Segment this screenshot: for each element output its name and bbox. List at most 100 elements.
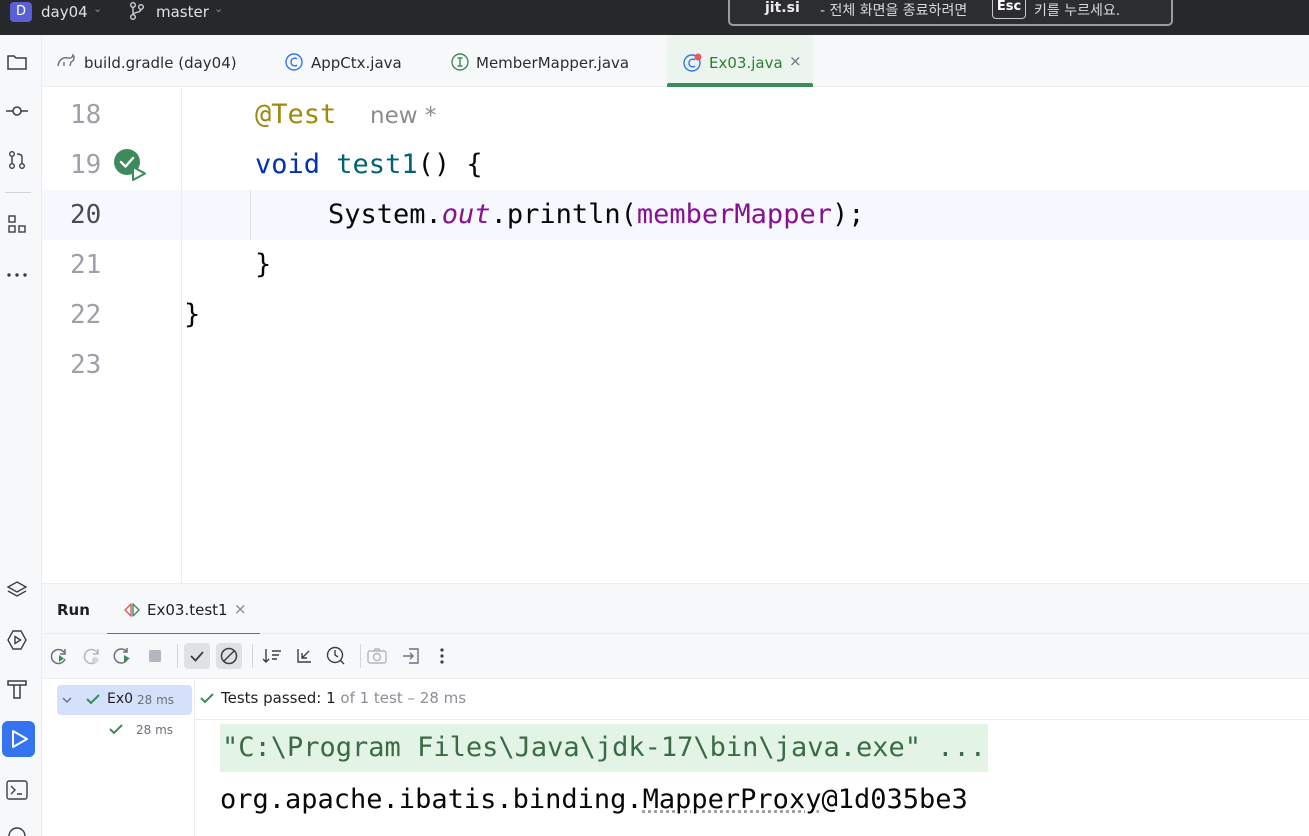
branch-name[interactable]: master xyxy=(156,3,209,21)
more-tools-icon[interactable] xyxy=(4,262,30,288)
run-test-passed-icon[interactable] xyxy=(112,148,148,182)
close-icon[interactable]: × xyxy=(234,600,247,618)
services-icon[interactable] xyxy=(4,627,30,653)
console-command-line[interactable]: "C:\Program Files\Java\jdk-17\bin\java.e… xyxy=(220,724,988,772)
gutter: 18 19 20 21 22 23 xyxy=(42,88,182,583)
status-prefix: Tests passed: xyxy=(221,689,321,707)
code-editor[interactable]: 18 19 20 21 22 23 @Test new * void test1… xyxy=(42,88,1309,583)
output-text: org.apache.ibatis.binding. xyxy=(220,784,643,815)
tab-membermapper[interactable]: MemberMapper.java xyxy=(436,35,641,87)
class-icon xyxy=(284,52,304,72)
code-line-18: @Test xyxy=(255,90,336,140)
close-icon[interactable]: × xyxy=(789,52,802,70)
run-panel-title: Run xyxy=(57,601,90,619)
divider xyxy=(252,644,253,668)
chevron-down-icon[interactable]: ⌄ xyxy=(214,2,223,15)
test-config-icon xyxy=(123,602,141,618)
active-tab-indicator xyxy=(667,83,813,87)
notice-text-after: 키를 누르세요. xyxy=(1034,0,1120,20)
method-name: test1 xyxy=(336,149,417,180)
tab-build-gradle[interactable]: build.gradle (day04) xyxy=(42,35,262,87)
tab-label: Ex03.java xyxy=(709,54,783,72)
chevron-down-icon[interactable] xyxy=(61,695,73,705)
tab-label: MemberMapper.java xyxy=(476,54,629,72)
divider xyxy=(5,192,31,193)
usage-hint[interactable]: new * xyxy=(370,91,436,141)
commit-icon[interactable] xyxy=(4,98,30,124)
code-text: () { xyxy=(418,149,483,180)
divider xyxy=(360,644,361,668)
check-icon xyxy=(85,692,101,706)
interface-icon xyxy=(450,52,470,72)
sort-icon[interactable] xyxy=(260,644,284,668)
terminal-icon[interactable] xyxy=(4,777,30,803)
rerun-icon[interactable] xyxy=(47,644,71,668)
stop-icon[interactable] xyxy=(143,644,167,668)
status-suffix: of 1 test – 28 ms xyxy=(340,689,466,707)
run-toolbar xyxy=(42,634,1309,679)
code-line-21: } xyxy=(255,240,271,290)
problems-icon[interactable] xyxy=(4,823,30,836)
camera-icon[interactable] xyxy=(365,644,389,668)
line-number: 19 xyxy=(70,140,110,190)
git-branch-icon xyxy=(128,1,146,21)
fullscreen-notice: jit.si - 전체 화면을 종료하려면 Esc 키를 누르세요. xyxy=(728,0,1173,26)
output-text: @1d035be3 xyxy=(821,784,967,815)
layers-icon[interactable] xyxy=(4,577,30,603)
show-passed-icon[interactable] xyxy=(184,643,210,669)
notice-site: jit.si xyxy=(765,0,800,16)
project-name[interactable]: day04 xyxy=(41,3,88,21)
code-text: .println( xyxy=(491,199,637,230)
rerun-failed-icon[interactable] xyxy=(80,644,104,668)
code-text: System. xyxy=(328,199,442,230)
tool-window-strip xyxy=(0,35,42,836)
editor-tab-bar: build.gradle (day04) AppCtx.java MemberM… xyxy=(42,35,1309,87)
tree-root-time: 28 ms xyxy=(137,693,174,707)
tree-child-time[interactable]: 28 ms xyxy=(136,723,173,737)
line-number: 20 xyxy=(70,190,110,240)
run-panel-header: Run Ex03.test1 × xyxy=(42,583,1309,634)
test-results-tree: Ex0 28 ms 28 ms xyxy=(42,680,195,836)
toggle-auto-test-icon[interactable] xyxy=(111,644,135,668)
tab-appctx[interactable]: AppCtx.java xyxy=(270,35,420,87)
static-field: out xyxy=(442,199,491,230)
divider xyxy=(177,644,178,668)
show-ignored-icon[interactable] xyxy=(216,643,242,669)
title-bar: D day04 ⌄ master ⌄ jit.si - 전체 화면을 종료하려면… xyxy=(0,0,1309,35)
chevron-down-icon[interactable]: ⌄ xyxy=(93,2,102,15)
code-text: ); xyxy=(832,199,865,230)
code-line-20: System.out.println(memberMapper); xyxy=(328,190,864,240)
project-folder-icon[interactable] xyxy=(4,49,30,75)
output-class-link[interactable]: MapperProxy xyxy=(643,784,822,815)
import-tests-icon[interactable] xyxy=(399,644,423,668)
check-icon xyxy=(108,722,124,736)
history-clock-icon[interactable] xyxy=(324,644,348,668)
run-config-tab[interactable]: Ex03.test1 × xyxy=(107,584,260,635)
run-tab-label: Ex03.test1 xyxy=(147,601,228,619)
field-reference: memberMapper xyxy=(637,199,832,230)
indent-guide xyxy=(250,190,251,240)
test-status-bar: Tests passed: 1 of 1 test – 28 ms xyxy=(195,680,1309,720)
status-count: 1 xyxy=(326,689,336,707)
keyword: void xyxy=(255,149,320,180)
tab-ex03[interactable]: Ex03.java × xyxy=(667,35,813,87)
tab-label: build.gradle (day04) xyxy=(84,54,237,72)
notice-text: - 전체 화면을 종료하려면 xyxy=(820,0,967,20)
code-line-19: void test1() { xyxy=(255,140,483,190)
structure-icon[interactable] xyxy=(4,211,30,237)
run-tool-icon[interactable] xyxy=(2,721,35,757)
tests-passed-text: Tests passed: 1 of 1 test – 28 ms xyxy=(221,689,466,707)
gradle-icon xyxy=(56,52,76,70)
pull-requests-icon[interactable] xyxy=(4,147,30,173)
collapse-icon[interactable] xyxy=(292,644,316,668)
check-icon xyxy=(199,691,215,705)
console-output[interactable]: "C:\Program Files\Java\jdk-17\bin\java.e… xyxy=(195,721,1309,836)
line-number: 18 xyxy=(70,90,110,140)
test-class-icon xyxy=(682,52,704,74)
line-number: 23 xyxy=(70,340,110,390)
line-number: 21 xyxy=(70,240,110,290)
build-hammer-icon[interactable] xyxy=(4,676,30,702)
more-options-icon[interactable] xyxy=(430,644,454,668)
tab-label: AppCtx.java xyxy=(311,54,402,72)
project-badge[interactable]: D xyxy=(10,2,32,22)
